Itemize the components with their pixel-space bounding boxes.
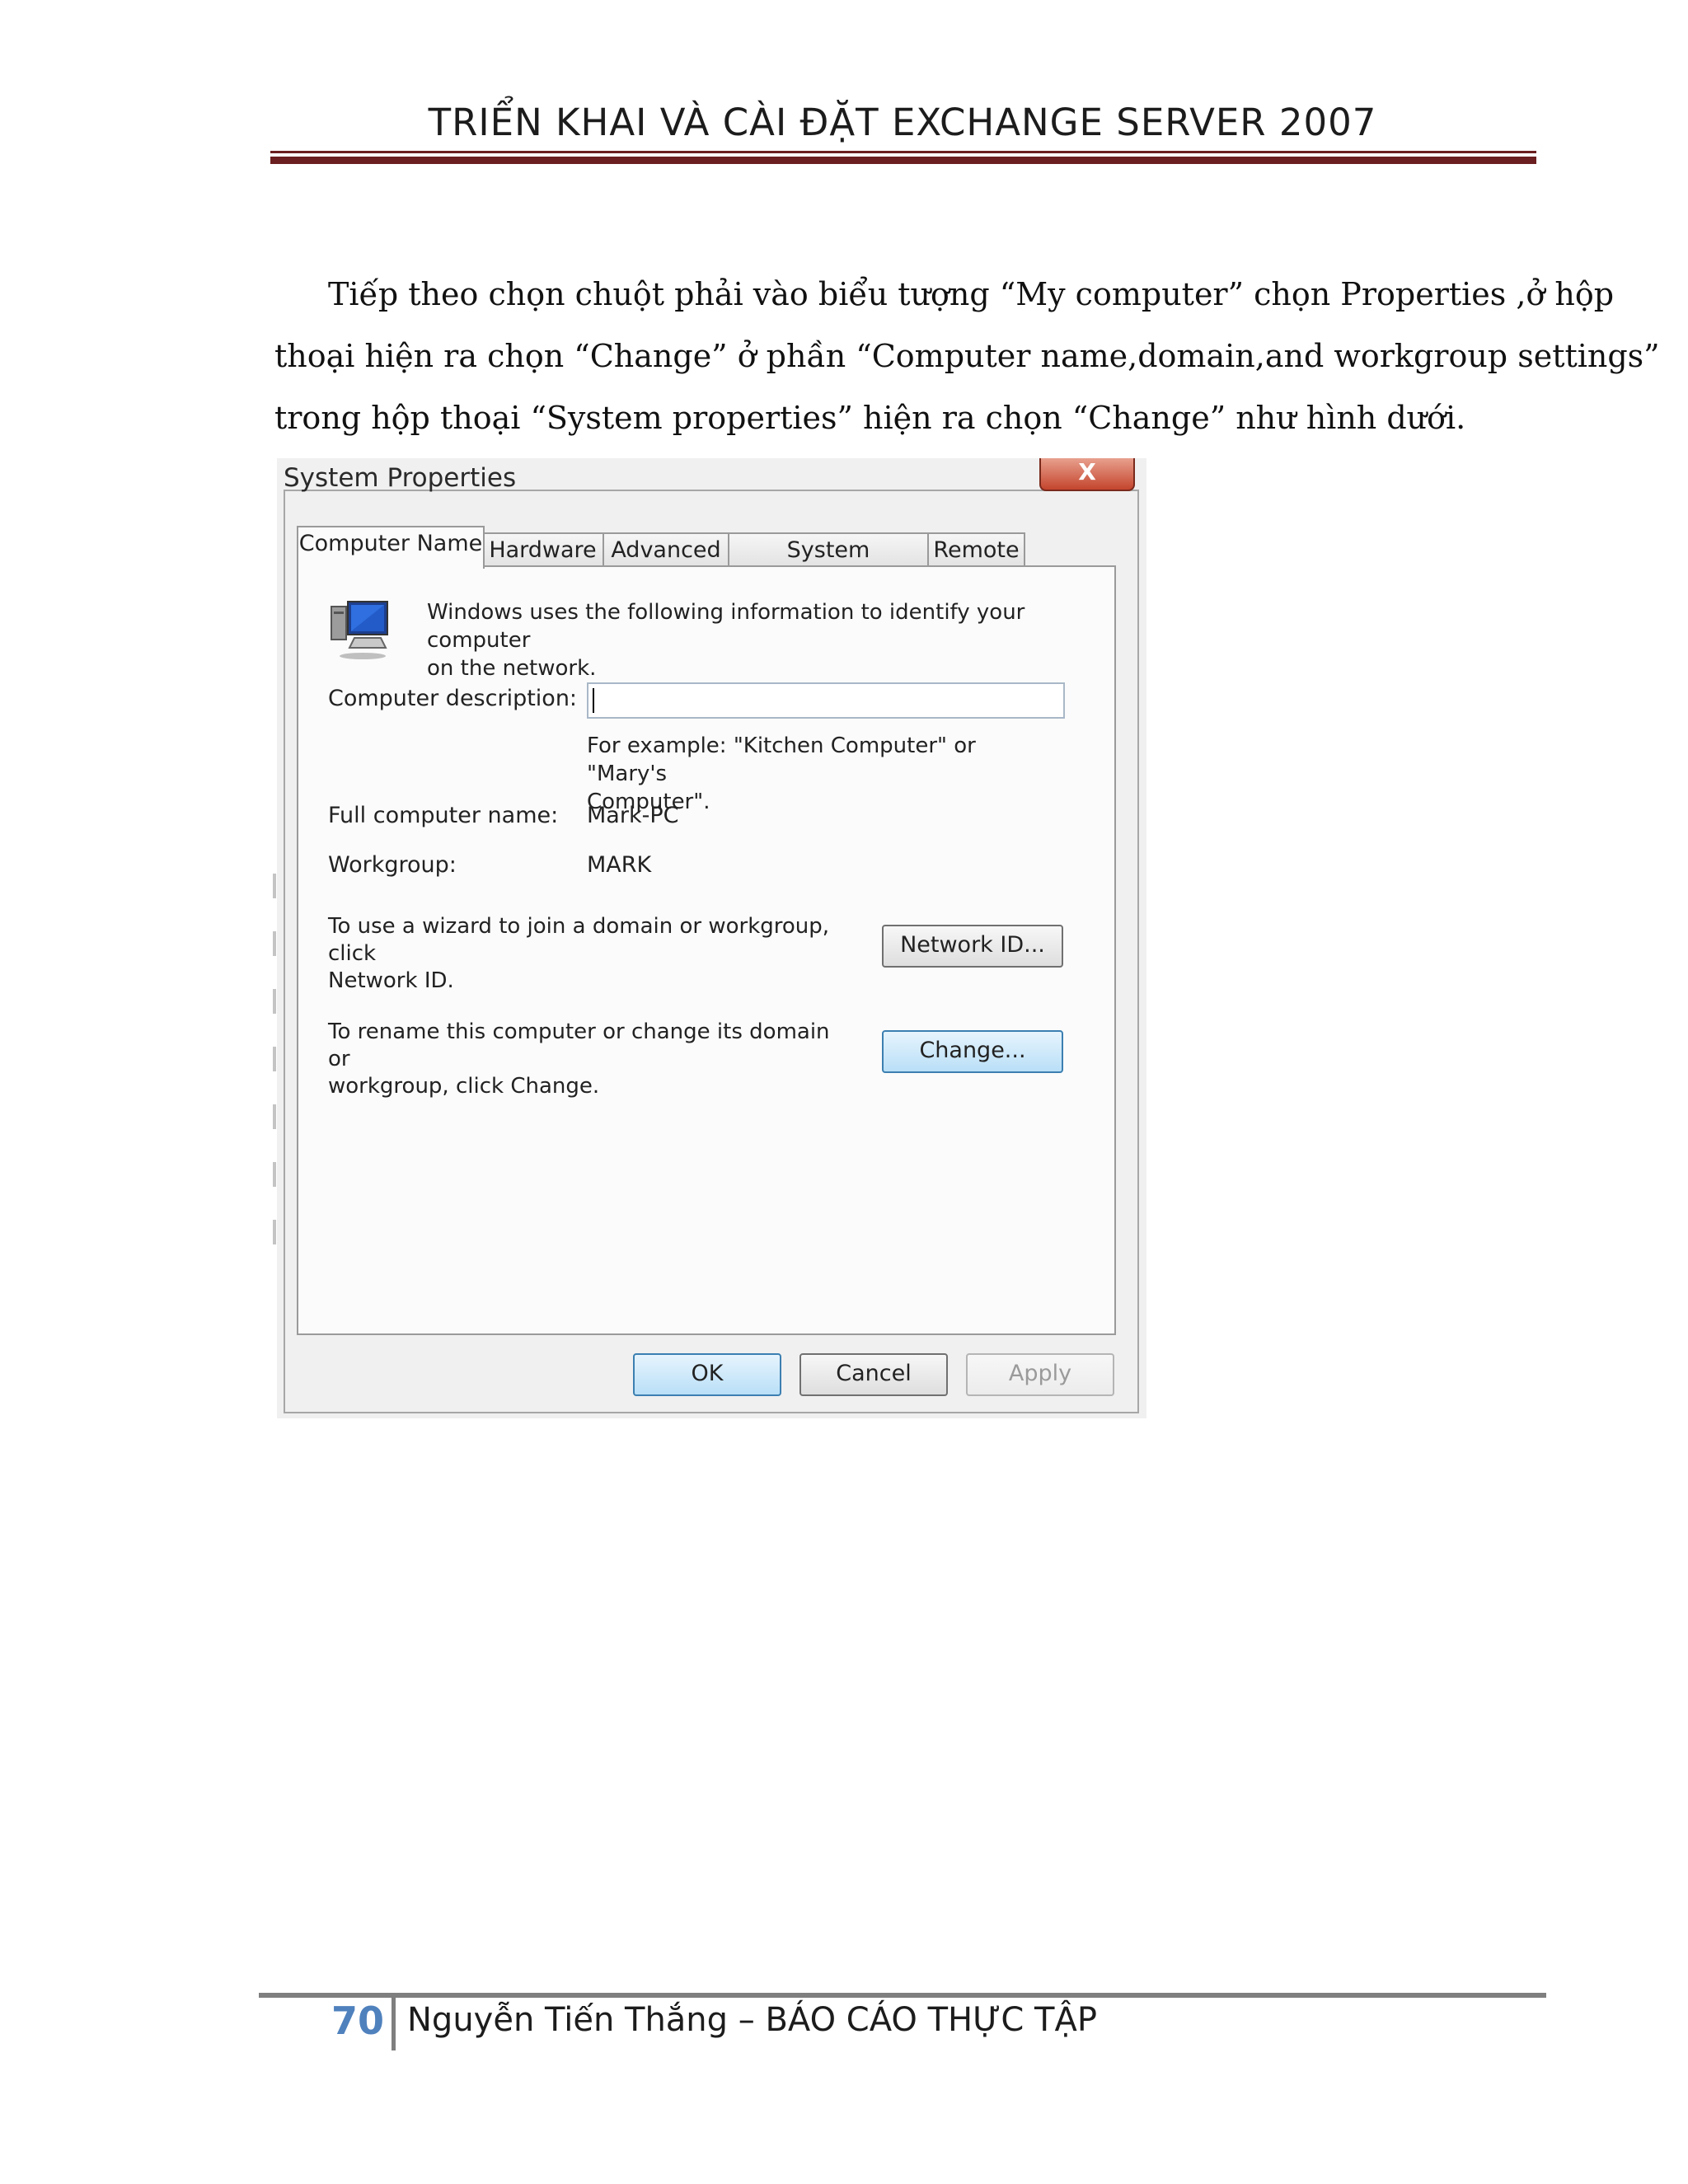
dialog-title: System Properties [284,463,517,493]
cancel-button[interactable]: Cancel [799,1353,948,1396]
full-computer-name-label: Full computer name: [328,803,559,828]
tab-computer-name[interactable]: Computer Name [297,526,485,569]
intro-text: Windows uses the following information t… [427,598,1086,682]
body-text-line-1: Tiếp theo chọn chuột phải vào biểu tượng… [328,276,1615,312]
footer-rule [259,1993,1546,1998]
network-help-line-1: To use a wizard to join a domain or work… [328,914,830,966]
footer-divider [392,1998,396,2050]
network-id-help-text: To use a wizard to join a domain or work… [328,913,856,995]
example-line-1: For example: "Kitchen Computer" or "Mary… [587,733,976,786]
tab-remote[interactable]: Remote [927,532,1025,567]
page-number: 70 [331,1999,385,2043]
network-id-button[interactable]: Network ID... [882,925,1063,968]
network-help-line-2: Network ID. [328,968,454,993]
computer-network-icon [331,601,388,659]
rename-help-line-1: To rename this computer or change its do… [328,1019,830,1071]
change-button[interactable]: Change... [882,1030,1063,1073]
workgroup-label: Workgroup: [328,852,457,878]
intro-line-1: Windows uses the following information t… [427,600,1025,653]
computer-description-label: Computer description: [328,686,578,711]
document-header-title: TRIỂN KHAI VÀ CÀI ĐẶT EXCHANGE SERVER 20… [428,101,1377,144]
tab-system-protection[interactable]: System Protection [728,532,929,596]
header-rule-thick [270,157,1536,164]
full-computer-name-value: Mark-PC [587,803,679,828]
computer-description-input[interactable] [587,682,1065,719]
scan-artifact [273,874,276,1269]
header-rule [270,151,1536,153]
footer-text: Nguyễn Tiến Thắng – BÁO CÁO THỰC TẬP [407,2001,1097,2039]
close-button[interactable]: X [1039,458,1135,491]
computer-name-panel: Windows uses the following information t… [297,565,1116,1335]
tab-hardware[interactable]: Hardware [481,532,604,567]
body-text-line-2: thoại hiện ra chọn “Change” ở phần “Comp… [274,338,1660,374]
intro-line-2: on the network. [427,656,597,681]
system-properties-dialog: System Properties X Computer Name Hardwa… [277,458,1146,1418]
text-cursor [593,688,594,713]
rename-help-line-2: workgroup, click Change. [328,1074,600,1099]
workgroup-value: MARK [587,852,652,878]
tab-advanced[interactable]: Advanced [603,532,729,567]
rename-help-text: To rename this computer or change its do… [328,1019,856,1100]
apply-button[interactable]: Apply [966,1353,1114,1396]
body-text-line-3: trong hộp thoại “System properties” hiện… [274,400,1466,436]
ok-button[interactable]: OK [633,1353,781,1396]
